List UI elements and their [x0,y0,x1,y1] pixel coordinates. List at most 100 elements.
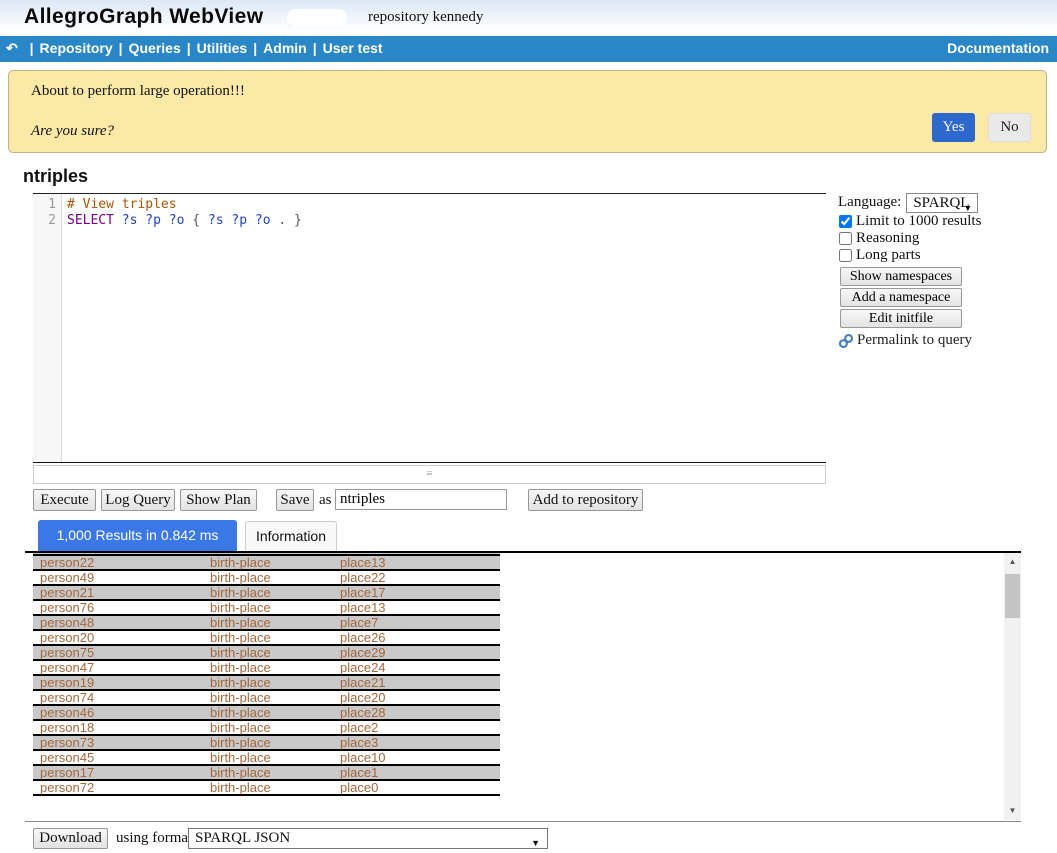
editor-resize-handle[interactable]: ≡ [33,465,826,484]
result-cell[interactable]: place1 [340,766,500,779]
show-namespaces-button[interactable]: Show namespaces [840,267,962,286]
result-cell[interactable]: place20 [340,691,500,704]
checkbox[interactable] [839,215,852,228]
yes-button[interactable]: Yes [932,113,975,142]
nav-item-user-test[interactable]: User test [323,40,383,56]
result-cell[interactable]: birth-place [210,571,340,584]
nav-item-admin[interactable]: Admin [263,40,307,56]
scroll-down-icon[interactable]: ▼ [1004,803,1021,818]
result-cell[interactable]: place28 [340,706,500,719]
option-limit-to-1000-results[interactable]: Limit to 1000 results [838,213,1054,230]
query-editor[interactable]: 12 # View triplesSELECT ?s ?p ?o { ?s ?p… [33,193,826,463]
tab-results[interactable]: 1,000 Results in 0.842 ms [38,520,237,551]
results-scrollbar[interactable]: ▲ ▼ [1004,553,1021,820]
result-cell[interactable]: place21 [340,676,500,689]
checkbox[interactable] [839,249,852,262]
result-cell[interactable]: place29 [340,646,500,659]
nav-item-utilities[interactable]: Utilities [197,40,248,56]
add-to-repository-button[interactable]: Add to repository [528,489,643,511]
code-lines[interactable]: # View triplesSELECT ?s ?p ?o { ?s ?p ?o… [62,194,826,462]
save-name-input[interactable] [335,489,507,510]
result-cell[interactable]: person49 [33,571,210,584]
result-cell[interactable]: person20 [33,631,210,644]
option-long-parts[interactable]: Long parts [838,247,1054,264]
result-cell[interactable]: place24 [340,661,500,674]
result-cell[interactable]: person46 [33,706,210,719]
add-a-namespace-button[interactable]: Add a namespace [840,288,962,307]
result-cell[interactable]: birth-place [210,721,340,734]
result-cell[interactable]: birth-place [210,646,340,659]
edit-initfile-button[interactable]: Edit initfile [840,309,962,328]
nav-separator: | [313,40,317,56]
result-cell[interactable]: place17 [340,586,500,599]
nav-item-documentation[interactable]: Documentation [947,40,1049,56]
show-plan-button[interactable]: Show Plan [180,489,257,511]
line-number: 1 [33,197,61,213]
result-cell[interactable]: place7 [340,616,500,629]
checkbox[interactable] [839,232,852,245]
result-cell[interactable]: person72 [33,781,210,794]
option-checkboxes: Limit to 1000 resultsReasoningLong parts [838,213,1054,264]
result-cell[interactable]: person18 [33,721,210,734]
scroll-up-icon[interactable]: ▲ [1004,554,1021,569]
result-cell[interactable]: birth-place [210,556,340,569]
result-cell[interactable]: birth-place [210,601,340,614]
resize-grip-icon[interactable]: ≡ [34,466,825,482]
tab-information[interactable]: Information [245,521,337,551]
log-query-button[interactable]: Log Query [101,489,175,511]
code-line[interactable]: # View triples [67,197,826,213]
result-cell[interactable]: person17 [33,766,210,779]
back-icon[interactable]: ↶ [6,40,18,56]
result-cell[interactable]: place0 [340,781,500,794]
result-cell[interactable]: birth-place [210,781,340,794]
result-cell[interactable]: birth-place [210,706,340,719]
code-line[interactable]: SELECT ?s ?p ?o { ?s ?p ?o . } [67,213,826,229]
option-reasoning[interactable]: Reasoning [838,230,1054,247]
result-cell[interactable]: place13 [340,556,500,569]
result-cell[interactable]: birth-place [210,766,340,779]
result-cell[interactable]: place26 [340,631,500,644]
no-button[interactable]: No [988,113,1031,142]
format-select[interactable]: SPARQL JSON ▼ [188,828,548,849]
execute-button[interactable]: Execute [33,489,96,511]
result-cell[interactable]: person22 [33,556,210,569]
table-row: person73birth-placeplace3 [33,736,500,751]
result-cell[interactable]: birth-place [210,676,340,689]
language-select[interactable]: SPARQL ▼ [906,193,978,213]
code-token: { [184,213,207,228]
result-cell[interactable]: person19 [33,676,210,689]
result-cell[interactable]: person45 [33,751,210,764]
permalink-link[interactable]: Permalink to query [838,332,1054,349]
result-cell[interactable]: birth-place [210,691,340,704]
result-cell[interactable]: birth-place [210,631,340,644]
save-button[interactable]: Save [276,489,314,511]
result-cell[interactable]: place3 [340,736,500,749]
result-cell[interactable]: birth-place [210,661,340,674]
result-cell[interactable]: birth-place [210,616,340,629]
using-format-label: using format [116,830,192,847]
code-token: ?p [231,213,247,228]
scrollbar-thumb[interactable] [1005,574,1020,618]
nav-items: ↶ |Repository|Queries|Utilities|Admin|Us… [6,40,383,57]
code-token: SELECT [67,213,114,228]
result-cell[interactable]: person47 [33,661,210,674]
code-token: ?s [122,213,138,228]
result-cell[interactable]: place10 [340,751,500,764]
nav-separator: | [253,40,257,56]
result-cell[interactable]: birth-place [210,751,340,764]
download-button[interactable]: Download [33,828,108,849]
result-cell[interactable]: place2 [340,721,500,734]
nav-item-repository[interactable]: Repository [40,40,113,56]
result-cell[interactable]: person48 [33,616,210,629]
result-cell[interactable]: birth-place [210,736,340,749]
gutter: 12 [33,194,62,462]
result-cell[interactable]: birth-place [210,586,340,599]
nav-item-queries[interactable]: Queries [129,40,181,56]
result-cell[interactable]: person74 [33,691,210,704]
result-cell[interactable]: person76 [33,601,210,614]
result-cell[interactable]: person73 [33,736,210,749]
result-cell[interactable]: person21 [33,586,210,599]
result-cell[interactable]: place13 [340,601,500,614]
result-cell[interactable]: person75 [33,646,210,659]
result-cell[interactable]: place22 [340,571,500,584]
